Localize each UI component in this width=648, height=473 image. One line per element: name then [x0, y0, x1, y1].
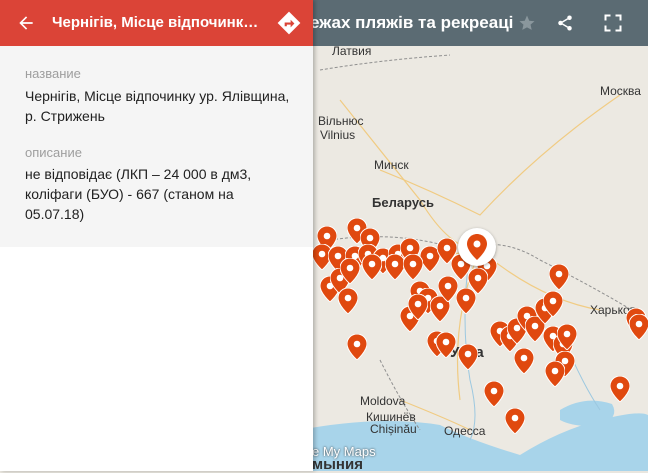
city-label: Беларусь — [372, 195, 434, 210]
map-pin-icon[interactable] — [338, 288, 358, 314]
name-value: Чернігів, Місце відпочинку ур. Ялівщина,… — [25, 88, 290, 124]
directions-button[interactable] — [276, 10, 302, 36]
map-title: ежах пляжів та рекреаці — [310, 13, 514, 32]
map-pin-icon[interactable] — [629, 314, 648, 340]
map-pin-icon[interactable] — [362, 254, 382, 280]
place-details-panel: Чернігів, Місце відпочинку ур.... назван… — [0, 0, 313, 471]
back-button[interactable] — [12, 10, 40, 36]
map-pin-icon[interactable] — [545, 361, 565, 387]
map-pin-icon[interactable] — [514, 348, 534, 374]
city-label: Vilnius — [320, 128, 356, 142]
map-pin-icon[interactable] — [340, 258, 360, 284]
city-label: Одесса — [444, 424, 486, 438]
star-icon[interactable] — [514, 10, 540, 36]
map-pin-icon[interactable] — [549, 264, 569, 290]
map-pin-icon[interactable] — [438, 276, 458, 302]
map-pin-icon[interactable] — [484, 381, 504, 407]
map-pin-icon[interactable] — [403, 254, 423, 280]
map-pin-icon[interactable] — [408, 294, 428, 320]
city-label: Латвия — [332, 44, 372, 58]
map-pin-icon[interactable] — [505, 408, 525, 434]
panel-body: название Чернігів, Місце відпочинку ур. … — [0, 46, 313, 247]
share-icon[interactable] — [552, 10, 578, 36]
city-label: Вільнюс — [318, 114, 364, 128]
city-label: Минск — [374, 158, 409, 172]
my-maps-logo: e My Maps — [312, 444, 376, 459]
map-pin-icon[interactable] — [610, 376, 630, 402]
map-pin-icon[interactable] — [468, 268, 488, 294]
city-label: Chișinău — [370, 422, 417, 436]
city-label: Moldova — [360, 394, 406, 408]
map-pin-icon[interactable] — [385, 254, 405, 280]
map-pin-icon[interactable] — [436, 332, 456, 358]
panel-header: Чернігів, Місце відпочинку ур.... — [0, 0, 313, 46]
fullscreen-icon[interactable] — [600, 10, 626, 36]
city-label: Москва — [600, 84, 641, 98]
directions-icon — [277, 11, 301, 35]
map-pin-icon[interactable] — [458, 344, 478, 370]
map-pin-icon — [467, 234, 487, 260]
map-pin-icon[interactable] — [557, 324, 577, 350]
panel-title: Чернігів, Місце відпочинку ур.... — [52, 14, 262, 31]
arrow-left-icon — [19, 16, 33, 30]
name-label: название — [25, 66, 81, 81]
map-pin-icon[interactable] — [543, 291, 563, 317]
selected-location-marker[interactable] — [458, 228, 496, 266]
map-pin-icon[interactable] — [347, 334, 367, 360]
description-value: не відповідає (ЛКП – 24 000 в дм3, коліф… — [25, 166, 252, 222]
description-label: описание — [25, 145, 82, 160]
